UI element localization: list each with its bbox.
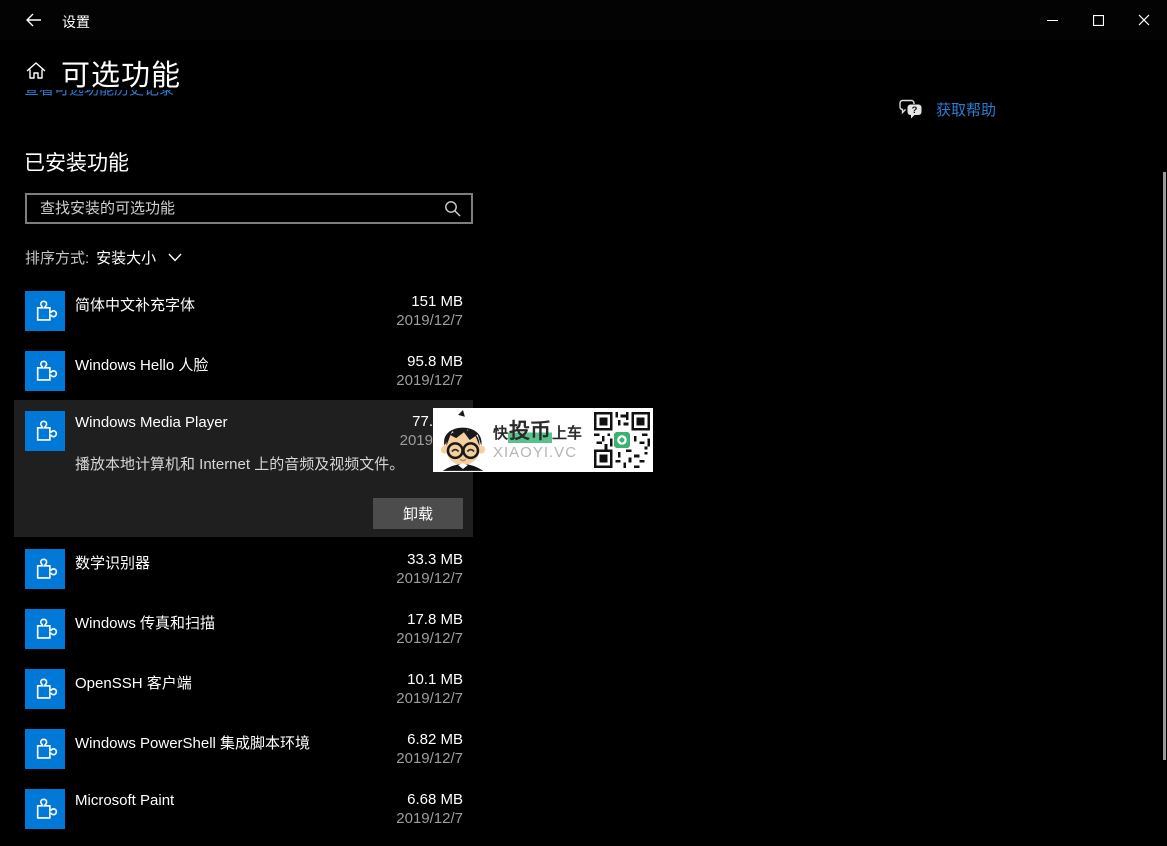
feature-meta: 6.68 MB 2019/12/7 [396, 791, 463, 828]
sort-label: 排序方式: [25, 250, 90, 267]
sort-value-dropdown[interactable]: 安装大小 [96, 247, 156, 268]
feature-name: Microsoft Paint [75, 792, 175, 809]
feature-row[interactable]: Windows Hello 人脸 95.8 MB 2019/12/7 [25, 351, 473, 391]
qr-code [594, 412, 650, 468]
uninstall-button[interactable]: 卸载 [373, 498, 463, 529]
feature-size: 77. [412, 413, 433, 430]
puzzle-piece-icon [25, 549, 65, 589]
watermark-overlay: 快投币上车 XIAOYI.VC [433, 408, 653, 472]
optional-features-history-link[interactable]: 查看可选功能历史记录 [24, 90, 174, 100]
feature-date: 2019/12/7 [396, 810, 463, 827]
feature-date: 2019/12/7 [396, 690, 463, 707]
feature-size: 6.82 MB [407, 731, 463, 748]
chevron-down-icon[interactable] [168, 253, 182, 262]
feature-date: 2019/12/7 [396, 750, 463, 767]
feature-size: 95.8 MB [407, 353, 463, 370]
scrollbar-thumb[interactable] [1163, 172, 1166, 760]
help-bubble-icon: ? [899, 99, 922, 119]
feature-name: OpenSSH 客户端 [75, 675, 192, 692]
close-button[interactable] [1121, 0, 1167, 40]
puzzle-piece-icon [25, 609, 65, 649]
feature-row[interactable]: Microsoft Paint 6.68 MB 2019/12/7 [25, 789, 473, 829]
feature-meta: 151 MB 2019/12/7 [396, 293, 463, 330]
get-help[interactable]: ? 获取帮助 [899, 99, 996, 120]
feature-row-expanded[interactable]: Windows Media Player 77. 2019 播放本地计算机和 I… [14, 400, 473, 537]
titlebar: 设置 [0, 0, 1167, 40]
feature-date: 2019/12/7 [396, 630, 463, 647]
feature-row[interactable]: 数学识别器 33.3 MB 2019/12/7 [25, 549, 473, 589]
feature-meta: 77. 2019 [400, 413, 433, 450]
feature-name: 数学识别器 [75, 555, 151, 572]
feature-name: Windows Media Player [75, 414, 228, 431]
svg-text:?: ? [912, 105, 918, 116]
feature-meta: 17.8 MB 2019/12/7 [396, 611, 463, 648]
settings-window: 设置 可选功能 查看可选功能历史记录 ? 获取帮助 已安装功能 [0, 0, 1167, 846]
feature-date: 2019 [399, 432, 433, 449]
page-title: 可选功能 [61, 60, 182, 92]
feature-size: 10.1 MB [407, 671, 463, 688]
puzzle-piece-icon [25, 411, 65, 451]
search-box [25, 193, 473, 224]
feature-date: 2019/12/7 [396, 312, 463, 329]
section-title: 已安装功能 [24, 152, 129, 175]
watermark-site: XIAOYI.VC [493, 443, 578, 461]
feature-name: Windows Hello 人脸 [75, 357, 209, 374]
feature-date: 2019/12/7 [396, 570, 463, 587]
history-link-clip: 查看可选功能历史记录 [24, 90, 174, 103]
feature-description: 播放本地计算机和 Internet 上的音频及视频文件。 [75, 456, 405, 473]
feature-size: 6.68 MB [407, 791, 463, 808]
puzzle-piece-icon [25, 729, 65, 769]
feature-row[interactable]: Windows PowerShell 集成脚本环境 6.82 MB 2019/1… [25, 729, 473, 769]
puzzle-piece-icon [25, 669, 65, 709]
watermark-text: 快投币上车 XIAOYI.VC [491, 419, 594, 461]
maximize-icon [1092, 14, 1104, 26]
avatar [433, 409, 491, 471]
feature-name: 简体中文补充字体 [75, 297, 196, 314]
feature-size: 33.3 MB [407, 551, 463, 568]
feature-meta: 33.3 MB 2019/12/7 [396, 551, 463, 588]
back-arrow-icon [25, 13, 41, 27]
get-help-label: 获取帮助 [936, 102, 997, 119]
app-title: 设置 [62, 14, 90, 30]
feature-name: Windows PowerShell 集成脚本环境 [75, 735, 311, 752]
close-icon [1138, 14, 1150, 26]
puzzle-piece-icon [25, 789, 65, 829]
feature-date: 2019/12/7 [396, 372, 463, 389]
search-input[interactable] [27, 200, 444, 217]
puzzle-piece-icon [25, 351, 65, 391]
sort-row: 排序方式: 安装大小 [25, 247, 182, 268]
feature-meta: 95.8 MB 2019/12/7 [396, 353, 463, 390]
search-icon[interactable] [444, 200, 461, 217]
feature-row[interactable]: Windows 传真和扫描 17.8 MB 2019/12/7 [25, 609, 473, 649]
feature-name: Windows 传真和扫描 [75, 615, 216, 632]
feature-meta: 10.1 MB 2019/12/7 [396, 671, 463, 708]
watermark-slogan: 快投币上车 [493, 419, 583, 443]
back-button[interactable] [10, 0, 56, 40]
feature-row[interactable]: 简体中文补充字体 151 MB 2019/12/7 [25, 291, 473, 331]
minimize-icon [1046, 19, 1058, 21]
feature-row[interactable]: OpenSSH 客户端 10.1 MB 2019/12/7 [25, 669, 473, 709]
maximize-button[interactable] [1075, 0, 1121, 40]
minimize-button[interactable] [1029, 0, 1075, 40]
feature-meta: 6.82 MB 2019/12/7 [396, 731, 463, 768]
feature-size: 17.8 MB [407, 611, 463, 628]
home-icon[interactable] [25, 60, 47, 87]
puzzle-piece-icon [25, 291, 65, 331]
feature-size: 151 MB [411, 293, 463, 310]
